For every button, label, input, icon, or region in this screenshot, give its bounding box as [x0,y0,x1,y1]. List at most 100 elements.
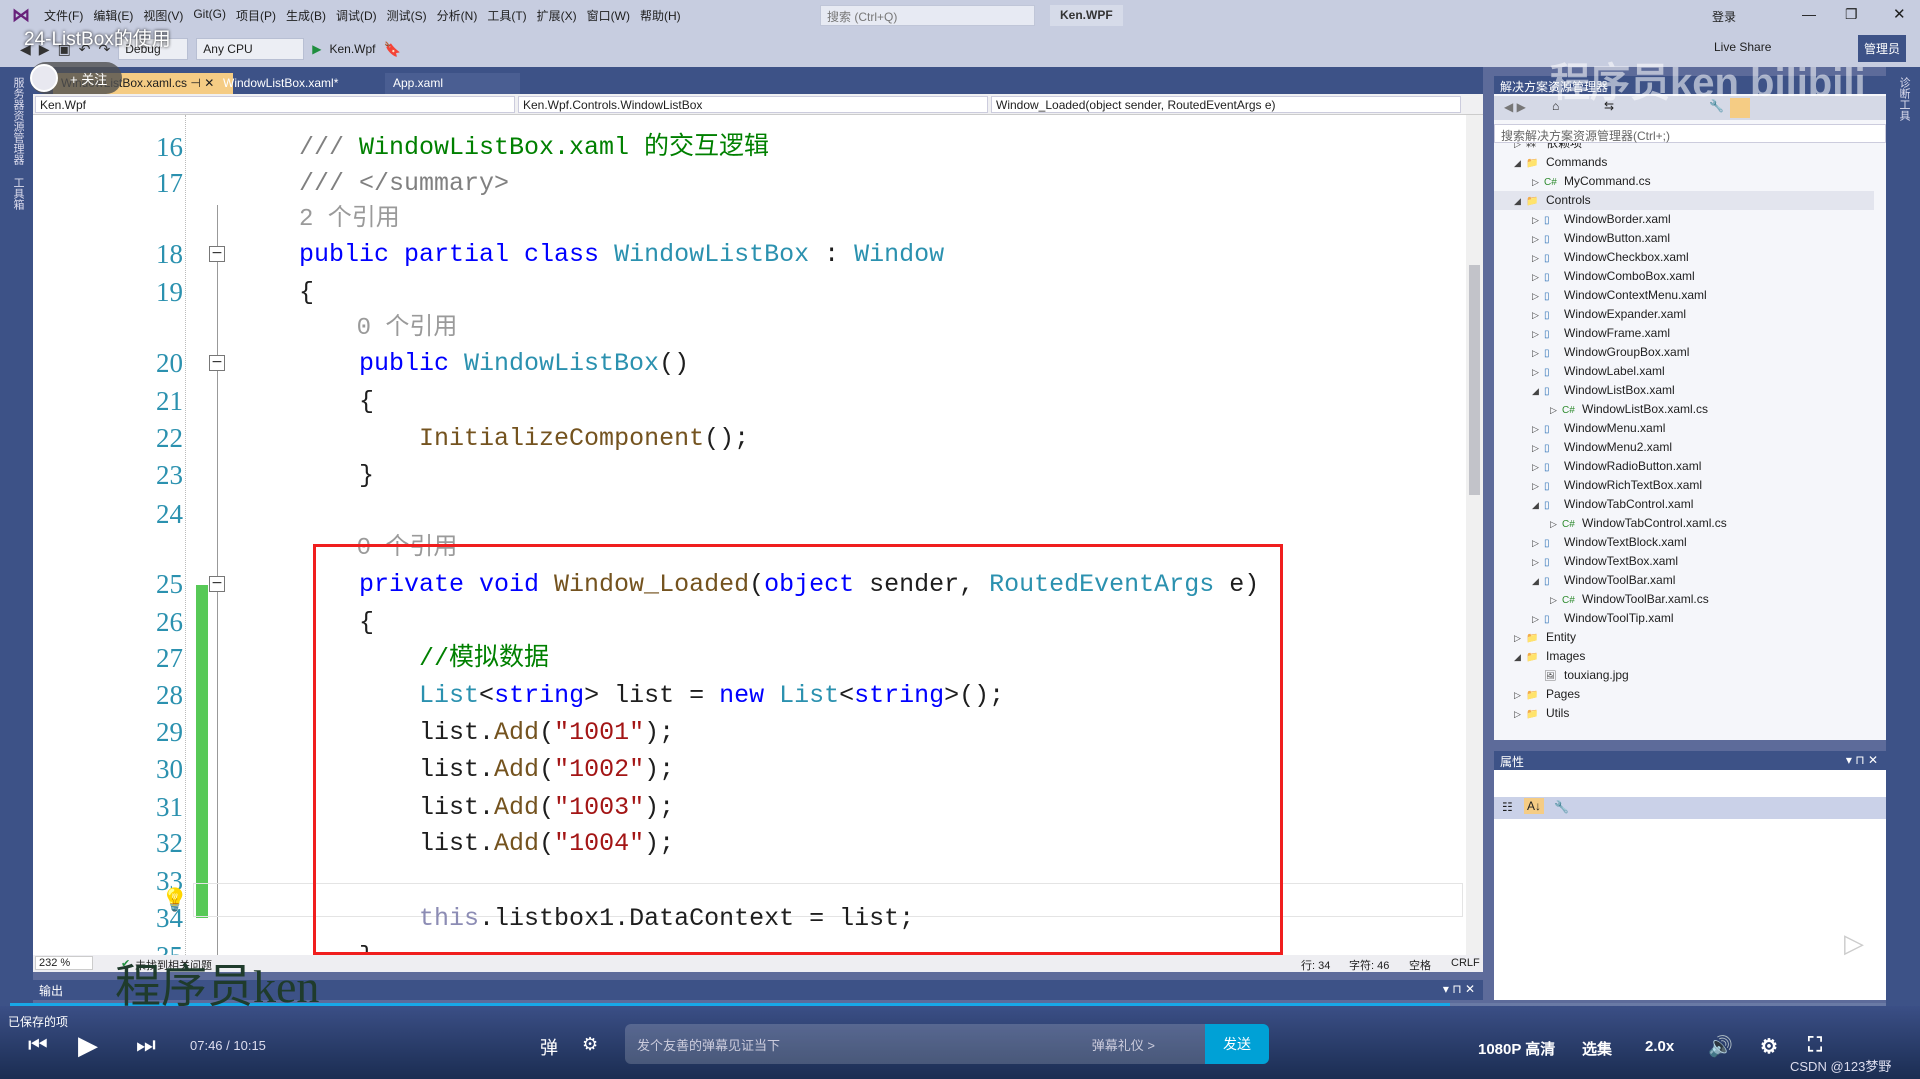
expand-icon[interactable]: ▷ [1532,325,1544,344]
indent-mode[interactable]: 空格 [1409,957,1431,973]
expand-icon[interactable]: ▷ [1532,173,1544,192]
server-explorer-tab[interactable]: 服务器资源管理器 [10,77,26,165]
menu-item[interactable]: 调试(D) [336,7,377,24]
tree-item[interactable]: ▷ ▯ WindowFrame.xaml [1532,324,1670,343]
tree-item[interactable]: ▷ ▯ WindowContextMenu.xaml [1532,286,1707,305]
tab-app-xaml[interactable]: App.xaml [385,73,520,94]
expand-icon[interactable]: ▷ [1532,249,1544,268]
tree-item[interactable]: ◢ 📁 Images [1514,647,1585,666]
menu-item[interactable]: 测试(S) [387,7,427,24]
tree-item[interactable]: ▷ ▯ WindowCheckbox.xaml [1532,248,1689,267]
platform-select[interactable]: Any CPU [196,38,305,60]
close-button[interactable]: ✕ [1893,5,1906,23]
expand-icon[interactable]: ▷ [1532,306,1544,325]
expand-icon[interactable]: ▷ [1550,401,1562,420]
lightbulb-icon[interactable]: 💡 [161,887,188,913]
expanded-icon[interactable]: ◢ [1532,496,1544,515]
tree-item[interactable]: ◢ 📁 Controls [1494,191,1874,210]
login-link[interactable]: 登录 [1712,8,1736,25]
expand-icon[interactable]: ▷ [1532,230,1544,249]
send-button[interactable]: 发送 [1205,1024,1269,1064]
code-line[interactable]: 24 [33,496,1473,533]
danmu-toggle-icon[interactable]: 弹 [540,1034,558,1060]
project-dropdown[interactable]: Ken.Wpf [35,96,515,113]
fullscreen-icon[interactable]: ⛶ [1808,1034,1822,1057]
play-overlay-icon[interactable]: ▷ [1826,920,1882,966]
menu-item[interactable]: 分析(N) [437,7,478,24]
tree-item[interactable]: ▷ ▯ WindowComboBox.xaml [1532,267,1695,286]
tree-item[interactable]: ▷ ▯ WindowButton.xaml [1532,229,1670,248]
tree-item[interactable]: ◢ ▯ WindowTabControl.xaml [1532,495,1693,514]
speed-button[interactable]: 2.0x [1645,1038,1674,1055]
expand-icon[interactable]: ▷ [1532,363,1544,382]
back-icon[interactable]: ◀ ▶ [1504,100,1526,114]
tree-item[interactable]: ▷ ▯ WindowBorder.xaml [1532,210,1671,229]
episodes-button[interactable]: 选集 [1582,1038,1612,1059]
start-icon[interactable]: ▶ [312,42,321,56]
tree-item[interactable]: ◢ ▯ WindowListBox.xaml [1532,381,1675,400]
expand-icon[interactable]: ▷ [1532,420,1544,439]
output-close-icon[interactable]: ▾ ⊓ ✕ [1443,982,1475,996]
tree-item[interactable]: ▷ C# WindowTabControl.xaml.cs [1550,514,1727,533]
scrollbar-thumb[interactable] [1469,265,1480,495]
maximize-button[interactable]: ❐ [1845,6,1858,23]
tree-item[interactable]: ▷ C# WindowListBox.xaml.cs [1550,400,1708,419]
pin-icon[interactable]: ⊣ [190,76,200,90]
menu-item[interactable]: 窗口(W) [587,7,630,24]
tree-item[interactable]: ▷ C# WindowToolBar.xaml.cs [1550,590,1709,609]
menu-item[interactable]: 文件(F) [44,7,83,24]
expand-icon[interactable]: ▷ [1550,591,1562,610]
tree-item[interactable]: ▷ 📁 Entity [1514,628,1576,647]
tree-item[interactable]: ▷ 📁 Pages [1514,685,1580,704]
menu-item[interactable]: 工具(T) [487,7,526,24]
tree-item[interactable]: ▷ ▯ WindowMenu2.xaml [1532,438,1672,457]
collapse-icon[interactable]: − [209,246,225,262]
expanded-icon[interactable]: ◢ [1514,154,1526,173]
class-dropdown[interactable]: Ken.Wpf.Controls.WindowListBox [518,96,988,113]
menu-item[interactable]: 项目(P) [236,7,276,24]
expand-icon[interactable]: ▷ [1514,705,1526,724]
menu-item[interactable]: 视图(V) [143,7,183,24]
tab-windowlistbox-xaml[interactable]: WindowListBox.xaml* [215,73,385,94]
tree-item[interactable]: ▷ ▯ WindowRichTextBox.xaml [1532,476,1702,495]
code-editor[interactable]: 16 /// WindowListBox.xaml 的交互逻辑 17 /// </su… [33,115,1483,955]
expand-icon[interactable]: ▷ [1532,439,1544,458]
expanded-icon[interactable]: ◢ [1532,572,1544,591]
expand-icon[interactable]: ▷ [1532,610,1544,629]
expand-icon[interactable]: ▷ [1532,268,1544,287]
solution-search-input[interactable]: 搜索解决方案资源管理器(Ctrl+;) [1494,124,1886,143]
menu-item[interactable]: 帮助(H) [640,7,681,24]
menu-item[interactable]: 生成(B) [286,7,326,24]
code-line[interactable]: 17 /// </summary> [33,165,1473,202]
diagnostic-tools-tab[interactable]: 诊断工具 [1896,77,1912,121]
categorized-icon[interactable]: ☷ [1502,800,1513,814]
tree-item[interactable]: ▷ ▯ WindowTextBlock.xaml [1532,533,1687,552]
code-line[interactable]: 23 } [33,457,1473,494]
bookmark-icon[interactable]: 🔖 [384,41,401,58]
expanded-icon[interactable]: ◢ [1514,648,1526,667]
expand-icon[interactable]: ▷ [1532,534,1544,553]
codelens-reference[interactable]: 0 个引用 [33,309,1473,346]
expand-icon[interactable]: ▷ [1532,287,1544,306]
danmu-input[interactable]: 发个友善的弹幕见证当下 弹幕礼仪 > [625,1024,1235,1064]
expand-icon[interactable]: ▷ [1514,629,1526,648]
play-icon[interactable]: ▶ [78,1030,98,1061]
collapse-icon[interactable]: − [209,576,225,592]
settings-icon[interactable]: ⚙ [1760,1034,1778,1059]
tree-item[interactable]: 🖼 touxiang.jpg [1532,666,1629,685]
vertical-scrollbar[interactable] [1466,115,1483,955]
expand-icon[interactable]: ▷ [1532,344,1544,363]
prev-icon[interactable]: ⏮ [28,1032,48,1058]
tree-item[interactable]: ▷ ▯ WindowRadioButton.xaml [1532,457,1701,476]
uploader-avatar[interactable] [30,64,58,92]
tree-item[interactable]: ▷ C# MyCommand.cs [1532,172,1651,191]
expand-icon[interactable]: ▷ [1514,686,1526,705]
tree-item[interactable]: ▷ 📁 Utils [1514,704,1569,723]
collapse-icon[interactable]: − [209,355,225,371]
minimize-button[interactable]: — [1802,6,1816,22]
line-ending[interactable]: CRLF [1451,957,1480,969]
sort-alpha-icon[interactable]: A↓ [1524,798,1545,814]
properties-close-icon[interactable]: ▾ ⊓ ✕ [1846,753,1878,767]
tree-item[interactable]: ◢ 📁 Commands [1514,153,1607,172]
tree-item[interactable]: ▷ ▯ WindowGroupBox.xaml [1532,343,1689,362]
